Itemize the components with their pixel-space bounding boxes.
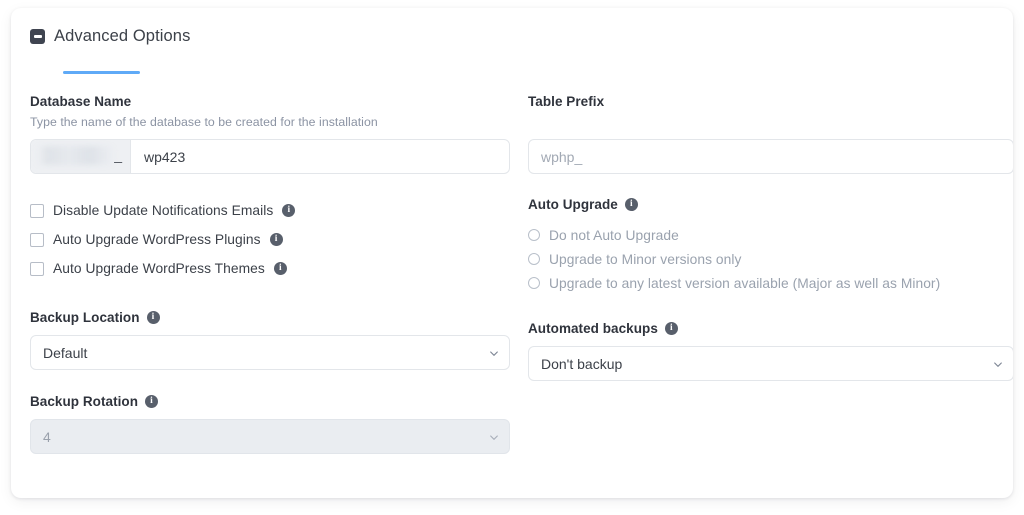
database-name-label: Database Name bbox=[30, 94, 132, 109]
checkbox-label: Auto Upgrade WordPress Plugins bbox=[53, 232, 261, 247]
radio-do-not-auto-upgrade[interactable] bbox=[528, 229, 540, 241]
backup-location-select[interactable]: Default bbox=[30, 335, 510, 370]
right-column: Table Prefix wphp_ Auto Upgrade i Do not… bbox=[528, 94, 1013, 381]
radio-row-do-not-auto-upgrade[interactable]: Do not Auto Upgrade bbox=[528, 223, 1013, 247]
radio-label: Do not Auto Upgrade bbox=[549, 227, 679, 243]
title-underline-accent bbox=[63, 71, 140, 74]
automated-backups-select[interactable]: Don't backup bbox=[528, 346, 1013, 381]
info-icon[interactable]: i bbox=[273, 262, 287, 275]
auto-upgrade-label-text: Auto Upgrade bbox=[528, 197, 618, 212]
checkbox-row-disable-update-emails[interactable]: Disable Update Notifications Emails i bbox=[30, 196, 510, 225]
table-prefix-value[interactable]: wphp_ bbox=[541, 149, 582, 165]
info-icon[interactable]: i bbox=[146, 311, 160, 324]
info-icon[interactable]: i bbox=[624, 198, 638, 211]
database-name-input[interactable]: _ wp423 bbox=[30, 139, 510, 174]
backup-location-label-text: Backup Location bbox=[30, 310, 140, 325]
minus-square-icon[interactable] bbox=[30, 29, 45, 44]
radio-row-any-latest-version[interactable]: Upgrade to any latest version available … bbox=[528, 271, 1013, 295]
radio-label: Upgrade to Minor versions only bbox=[549, 251, 742, 267]
checkbox-auto-upgrade-plugins[interactable] bbox=[30, 232, 44, 247]
automated-backups-field: Automated backups i Don't backup bbox=[528, 321, 1013, 381]
redaction-blur bbox=[37, 146, 113, 165]
checkbox-label: Auto Upgrade WordPress Themes bbox=[53, 261, 265, 276]
backup-rotation-label: Backup Rotation i bbox=[30, 394, 510, 409]
database-name-value[interactable]: wp423 bbox=[131, 149, 185, 165]
table-prefix-label: Table Prefix bbox=[528, 94, 605, 109]
radio-row-minor-versions-only[interactable]: Upgrade to Minor versions only bbox=[528, 247, 1013, 271]
chevron-down-icon[interactable] bbox=[994, 361, 1002, 369]
backup-location-field: Backup Location i Default bbox=[30, 310, 510, 370]
backup-rotation-field: Backup Rotation i 4 bbox=[30, 394, 510, 454]
page-title: Advanced Options bbox=[54, 27, 191, 45]
radio-any-latest-version[interactable] bbox=[528, 277, 540, 289]
backup-rotation-select: 4 bbox=[30, 419, 510, 454]
checkbox-disable-update-emails[interactable] bbox=[30, 203, 44, 218]
backup-rotation-label-text: Backup Rotation bbox=[30, 394, 139, 409]
radio-minor-versions-only[interactable] bbox=[528, 253, 540, 265]
info-icon[interactable]: i bbox=[269, 233, 283, 246]
checkbox-group: Disable Update Notifications Emails i Au… bbox=[30, 196, 510, 283]
database-name-help: Type the name of the database to be crea… bbox=[30, 115, 378, 129]
checkbox-label: Disable Update Notifications Emails bbox=[53, 203, 274, 218]
left-column: Database Name Type the name of the datab… bbox=[30, 94, 510, 454]
auto-upgrade-label: Auto Upgrade i bbox=[528, 197, 1013, 212]
database-name-field: Database Name Type the name of the datab… bbox=[30, 94, 510, 174]
database-prefix-redacted: _ bbox=[31, 140, 131, 173]
automated-backups-label-text: Automated backups bbox=[528, 321, 658, 336]
info-icon[interactable]: i bbox=[282, 204, 296, 217]
advanced-options-card: Advanced Options Database Name Type the … bbox=[11, 8, 1013, 498]
radio-label: Upgrade to any latest version available … bbox=[549, 275, 941, 291]
checkbox-row-auto-upgrade-themes[interactable]: Auto Upgrade WordPress Themes i bbox=[30, 254, 510, 283]
chevron-down-icon bbox=[490, 434, 498, 442]
checkbox-auto-upgrade-themes[interactable] bbox=[30, 261, 44, 276]
info-icon[interactable]: i bbox=[664, 322, 678, 335]
checkbox-row-auto-upgrade-plugins[interactable]: Auto Upgrade WordPress Plugins i bbox=[30, 225, 510, 254]
table-prefix-input[interactable]: wphp_ bbox=[528, 139, 1013, 174]
automated-backups-value: Don't backup bbox=[541, 355, 623, 372]
database-prefix-separator: _ bbox=[114, 146, 122, 163]
backup-rotation-value: 4 bbox=[43, 428, 51, 445]
automated-backups-label: Automated backups i bbox=[528, 321, 1013, 336]
panel-header[interactable]: Advanced Options bbox=[30, 27, 190, 46]
info-icon[interactable]: i bbox=[145, 395, 159, 408]
table-prefix-field: Table Prefix wphp_ bbox=[528, 94, 1013, 174]
auto-upgrade-group: Auto Upgrade i Do not Auto Upgrade Upgra… bbox=[528, 197, 1013, 295]
chevron-down-icon[interactable] bbox=[490, 350, 498, 358]
backup-location-value: Default bbox=[43, 344, 88, 361]
backup-location-label: Backup Location i bbox=[30, 310, 510, 325]
